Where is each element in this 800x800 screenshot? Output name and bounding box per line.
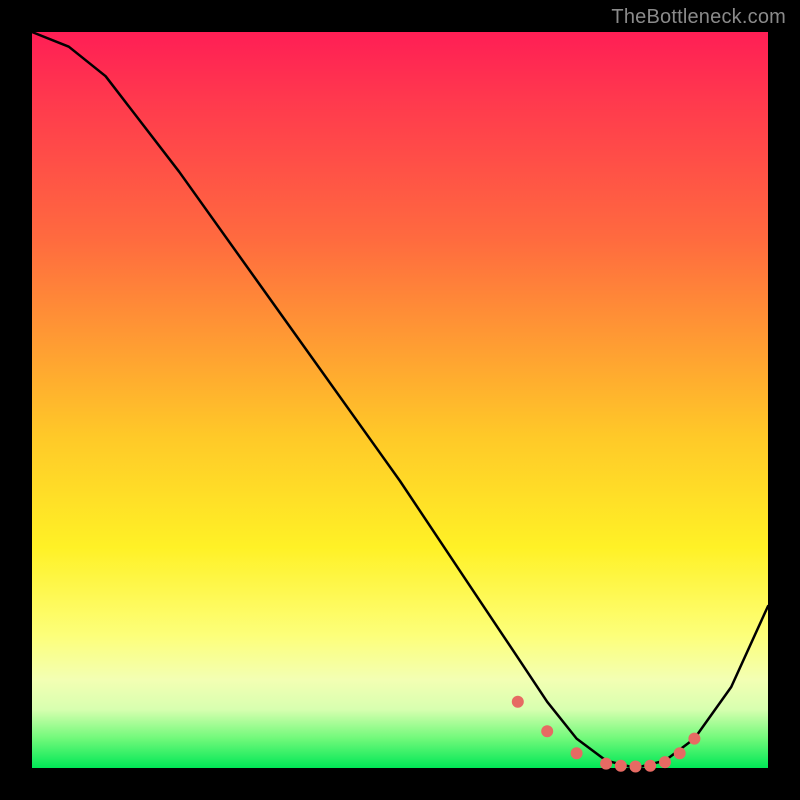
plot-area (32, 32, 768, 768)
optimal-dot (571, 747, 583, 759)
optimal-dot (615, 760, 627, 772)
optimal-dot (512, 696, 524, 708)
optimal-dot (630, 761, 642, 773)
optimal-range-dots (512, 696, 701, 773)
optimal-dot (600, 758, 612, 770)
watermark-text: TheBottleneck.com (611, 6, 786, 29)
optimal-dot (659, 756, 671, 768)
optimal-dot (674, 747, 686, 759)
optimal-dot (541, 725, 553, 737)
bottleneck-curve-line (32, 32, 768, 768)
optimal-dot (688, 733, 700, 745)
chart-frame: TheBottleneck.com (0, 0, 800, 800)
chart-svg (32, 32, 768, 768)
optimal-dot (644, 760, 656, 772)
